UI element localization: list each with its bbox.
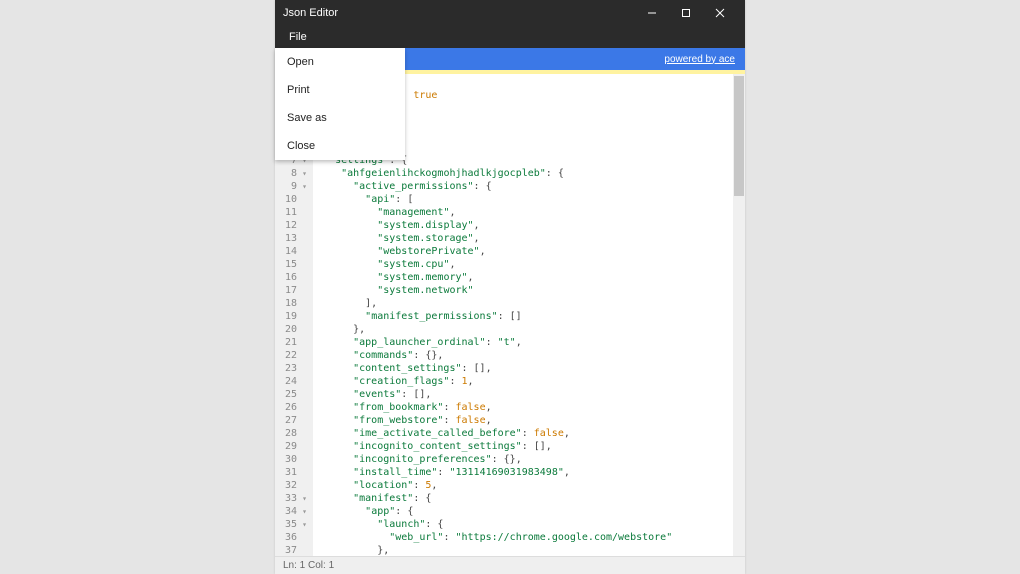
code-line: "content_settings": [], [317,362,733,375]
code-line: "location": 5, [317,479,733,492]
fold-icon[interactable]: ▾ [299,505,307,518]
gutter-line: 12 [275,219,311,232]
code-line: "api": [ [317,193,733,206]
menu-print[interactable]: Print [275,76,405,104]
code-line: "from_webstore": false, [317,414,733,427]
gutter-line: 26 [275,401,311,414]
file-menu[interactable]: File [283,29,313,45]
code-line: "launch": { [317,518,733,531]
gutter-line: 32 [275,479,311,492]
titlebar: Json Editor [275,0,745,26]
gutter-line: 33▾ [275,492,311,505]
vertical-scrollbar[interactable] [733,74,745,556]
gutter-line: 36 [275,531,311,544]
code-line: "ahfgeienlihckogmohjhadlkjgocpleb": { [317,167,733,180]
code-line: ], [317,297,733,310]
gutter-line: 22 [275,349,311,362]
code-line: "app_launcher_ordinal": "t", [317,336,733,349]
code-line: "app": { [317,505,733,518]
gutter-line: 30 [275,453,311,466]
status-text: Ln: 1 Col: 1 [283,560,334,571]
gutter-line: 13 [275,232,311,245]
gutter-line: 8▾ [275,167,311,180]
code-line: "install_time": "13114169031983498", [317,466,733,479]
gutter-line: 31 [275,466,311,479]
code-line: "system.network" [317,284,733,297]
fold-icon[interactable]: ▾ [299,180,307,193]
code-line: "webstorePrivate", [317,245,733,258]
powered-by-link[interactable]: powered by ace [664,54,735,65]
code-line: "system.cpu", [317,258,733,271]
menu-close[interactable]: Close [275,132,405,160]
window-title: Json Editor [283,7,635,19]
gutter-line: 18 [275,297,311,310]
gutter-line: 21 [275,336,311,349]
file-dropdown: Open Print Save as Close [275,48,405,160]
gutter-line: 23 [275,362,311,375]
code-line: "from_bookmark": false, [317,401,733,414]
code-line: "system.storage", [317,232,733,245]
code-line: "incognito_preferences": {}, [317,453,733,466]
gutter-line: 9▾ [275,180,311,193]
maximize-button[interactable] [669,0,703,26]
menubar: File [275,26,745,48]
gutter-line: 17 [275,284,311,297]
gutter-line: 24 [275,375,311,388]
app-window: Json Editor File Open Print Save as Clos… [275,0,745,574]
gutter-line: 15 [275,258,311,271]
gutter-line: 10 [275,193,311,206]
menu-open[interactable]: Open [275,48,405,76]
fold-icon[interactable]: ▾ [299,518,307,531]
gutter-line: 28 [275,427,311,440]
gutter-line: 29 [275,440,311,453]
status-bar: Ln: 1 Col: 1 [275,556,745,574]
gutter-line: 35▾ [275,518,311,531]
gutter-line: 19 [275,310,311,323]
code-line: "system.memory", [317,271,733,284]
code-line: "system.display", [317,219,733,232]
code-line: "creation_flags": 1, [317,375,733,388]
gutter-line: 11 [275,206,311,219]
code-line: "management", [317,206,733,219]
menu-save-as[interactable]: Save as [275,104,405,132]
code-line: }, [317,544,733,556]
minimize-button[interactable] [635,0,669,26]
gutter-line: 34▾ [275,505,311,518]
gutter-line: 27 [275,414,311,427]
code-line: "events": [], [317,388,733,401]
code-line: "commands": {}, [317,349,733,362]
code-line: "active_permissions": { [317,180,733,193]
code-line: "manifest": { [317,492,733,505]
code-line: }, [317,323,733,336]
gutter-line: 16 [275,271,311,284]
gutter-line: 25 [275,388,311,401]
code-line: "ime_activate_called_before": false, [317,427,733,440]
gutter-line: 20 [275,323,311,336]
gutter-line: 14 [275,245,311,258]
gutter-line: 37 [275,544,311,556]
fold-icon[interactable]: ▾ [299,167,307,180]
fold-icon[interactable]: ▾ [299,492,307,505]
code-line: "incognito_content_settings": [], [317,440,733,453]
code-line: "manifest_permissions": [] [317,310,733,323]
code-line: "web_url": "https://chrome.google.com/we… [317,531,733,544]
scrollbar-thumb[interactable] [734,76,744,196]
close-button[interactable] [703,0,737,26]
